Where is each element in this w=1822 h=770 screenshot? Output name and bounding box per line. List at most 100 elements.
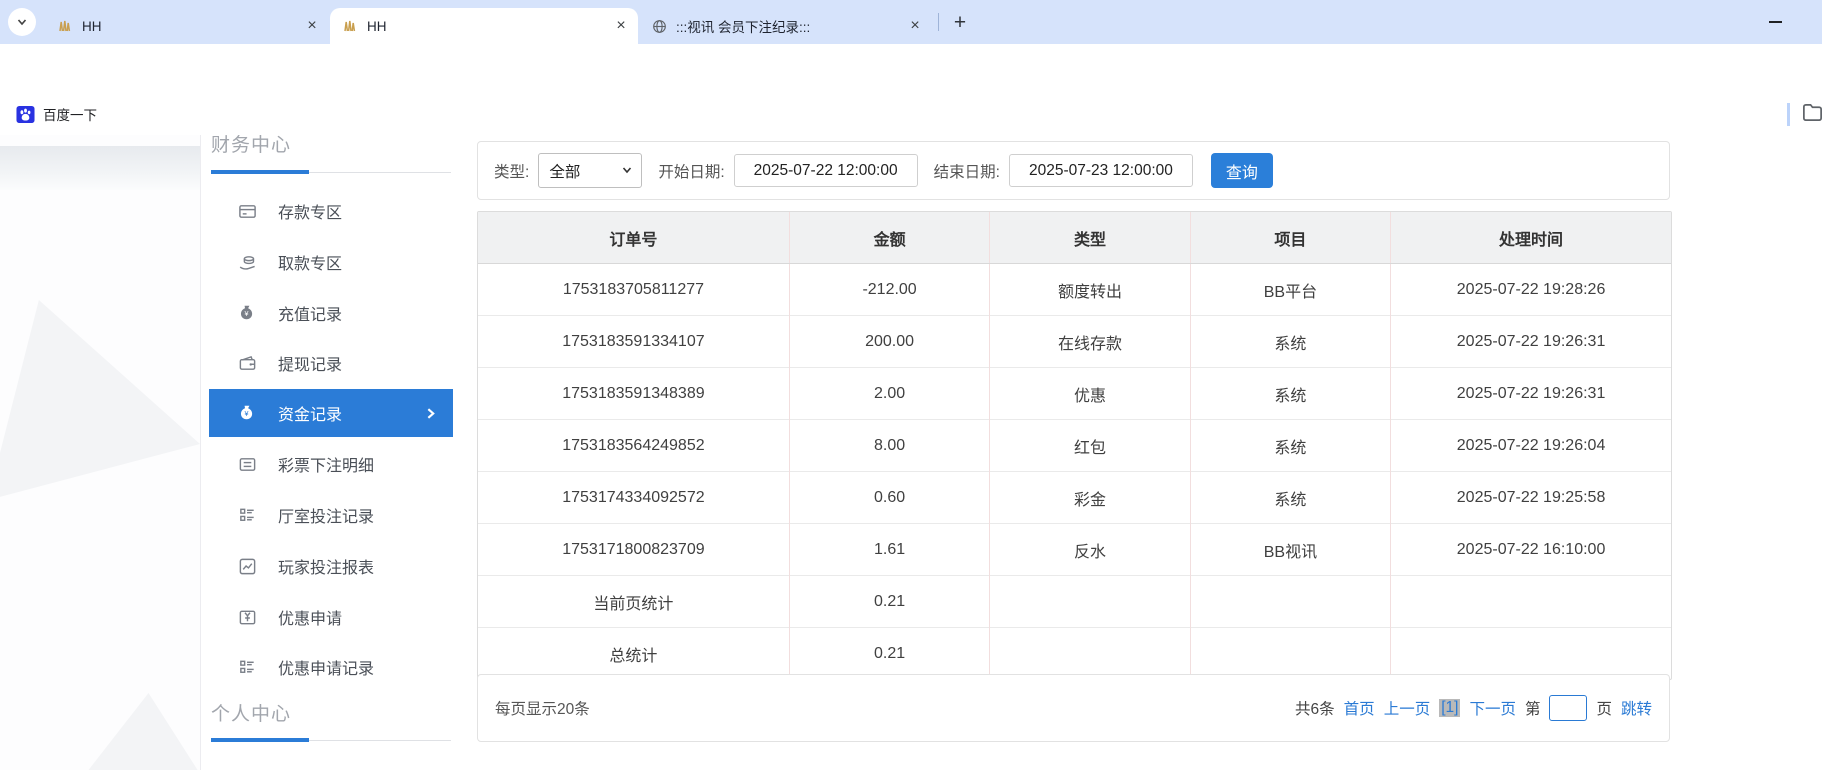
- table-row: 1753171800823709 1.61 反水 BB视讯 2025-07-22 16:…: [478, 523, 1671, 576]
- end-date-input[interactable]: [1008, 154, 1193, 187]
- tab-search-button[interactable]: [8, 8, 36, 36]
- table-cell: 额度转出: [989, 263, 1191, 316]
- type-select[interactable]: 全部: [538, 153, 643, 188]
- sidebar-item-label: 厅室投注记录: [278, 509, 375, 526]
- promo-icon: [237, 608, 257, 627]
- globe-icon: [652, 19, 667, 34]
- sidebar-item-promo-apply-records[interactable]: 优惠申请记录: [209, 643, 453, 691]
- tab-hh-2[interactable]: HH ×: [330, 8, 638, 44]
- sidebar-item-deposit-zone[interactable]: 存款专区: [209, 187, 453, 235]
- table-cell: 1.61: [788, 523, 990, 576]
- table-cell: [1390, 575, 1671, 628]
- column-header: 订单号: [478, 212, 790, 264]
- table-cell: 2025-07-22 19:26:04: [1390, 419, 1671, 472]
- table-cell: 1753174334092572: [478, 471, 790, 524]
- moneybag-icon: ¥: [237, 304, 257, 322]
- first-page-link[interactable]: 首页: [1344, 697, 1375, 719]
- page-size-text: 每页显示20条: [495, 701, 590, 718]
- hall-list-icon: [237, 506, 257, 525]
- decor-triangle: [0, 300, 200, 500]
- table-cell: 系统: [1189, 367, 1391, 420]
- section-underline: [211, 738, 309, 742]
- sidebar-item-label: 优惠申请记录: [278, 661, 375, 678]
- sidebar-section-personal-title: 个人中心: [211, 704, 292, 725]
- table-row: 1753183591334107 200.00 在线存款 系统 2025-07-22 1…: [478, 315, 1671, 368]
- pagination-bar: 每页显示20条 共6条 首页 上一页 [1] 下一页 第 页 跳转: [477, 674, 1670, 742]
- table-cell: 1753171800823709: [478, 523, 790, 576]
- bookmark-baidu[interactable]: 百度一下: [10, 102, 103, 126]
- bookmark-label: 百度一下: [43, 108, 97, 123]
- table-cell: 0.21: [788, 575, 990, 628]
- table-cell: 反水: [989, 523, 1191, 576]
- table-cell: BB平台: [1189, 263, 1391, 316]
- jump-prefix-label: 第: [1524, 701, 1541, 718]
- table-cell: 2025-07-22 19:25:58: [1390, 471, 1671, 524]
- minimize-button[interactable]: [1752, 8, 1798, 36]
- table-cell: 总统计: [478, 627, 790, 679]
- table-cell: 红包: [989, 419, 1191, 472]
- filter-bar: 类型: 全部 开始日期: 结束日期: 查询: [477, 141, 1670, 200]
- tab-close-icon[interactable]: ×: [303, 17, 321, 35]
- column-header: 项目: [1189, 212, 1391, 264]
- new-tab-button[interactable]: +: [946, 9, 974, 37]
- table-row: 1753183705811277 -212.00 额度转出 BB平台 2025-07-2…: [478, 263, 1671, 316]
- current-page-indicator[interactable]: [1]: [1439, 699, 1461, 717]
- sidebar-item-funds-records[interactable]: ¥ 资金记录: [209, 389, 453, 437]
- browser-window: HH × HH ×:::视讯 会员下注纪录::: × + 百度一下 财务中心 …: [0, 0, 1822, 770]
- sidebar-item-lottery-bet-details[interactable]: 彩票下注明细: [209, 440, 453, 488]
- jump-page-input[interactable]: [1549, 695, 1588, 721]
- table-cell: [989, 627, 1191, 679]
- table-cell: 2025-07-22 16:10:00: [1390, 523, 1671, 576]
- report-chart-icon: [237, 557, 257, 576]
- bookmarks-divider: [1787, 103, 1790, 126]
- sidebar-item-label: 优惠申请: [278, 611, 343, 628]
- sidebar-item-label: 取款专区: [278, 256, 343, 273]
- table-cell: 1753183591348389: [478, 367, 790, 420]
- table-cell: 2025-07-22 19:26:31: [1390, 367, 1671, 420]
- table-cell: 在线存款: [989, 315, 1191, 368]
- column-header: 处理时间: [1390, 212, 1671, 264]
- sidebar-item-label: 资金记录: [278, 407, 343, 424]
- table-cell: 系统: [1189, 419, 1391, 472]
- tab-hh-1[interactable]: HH ×: [45, 8, 329, 44]
- sidebar-item-player-bet-report[interactable]: 玩家投注报表: [209, 542, 453, 590]
- tab-close-icon[interactable]: ×: [906, 17, 924, 35]
- hall-list-icon: [237, 658, 257, 677]
- table-cell: 8.00: [788, 419, 990, 472]
- jump-button[interactable]: 跳转: [1621, 697, 1652, 719]
- gold-logo-icon: [342, 18, 358, 34]
- sidebar-item-label: 彩票下注明细: [278, 458, 375, 475]
- chevron-right-icon: [420, 407, 440, 420]
- prev-page-link[interactable]: 上一页: [1384, 697, 1431, 719]
- next-page-link[interactable]: 下一页: [1469, 697, 1516, 719]
- table-cell: 系统: [1189, 471, 1391, 524]
- type-select-value: 全部: [549, 163, 581, 181]
- sidebar-item-promo-apply[interactable]: 优惠申请: [209, 593, 453, 641]
- sidebar: 财务中心 存款专区 取款专区 ¥ 充值记录 提现记录 ¥ 资金记录 彩票下注明细 厅室投注记录玩…: [201, 135, 455, 770]
- sidebar-section-finance-title: 财务中心: [211, 135, 292, 156]
- wallet-icon: [237, 354, 257, 373]
- sidebar-item-recharge-records[interactable]: ¥ 充值记录: [209, 289, 453, 337]
- funds-table: 订单号 金额 类型 项目 处理时间 1753183705811277 -212.00 额度转…: [477, 211, 1672, 680]
- table-cell: 2025-07-22 19:26:31: [1390, 315, 1671, 368]
- table-cell: 0.21: [788, 627, 990, 679]
- minimize-icon: [1768, 21, 1782, 23]
- main-panel: 类型: 全部 开始日期: 结束日期: 查询 订单号金额类型项目处理时间 1753: [477, 135, 1672, 770]
- sidebar-item-withdraw-records[interactable]: 提现记录: [209, 339, 453, 387]
- start-date-label: 开始日期:: [658, 163, 725, 181]
- tab-close-icon[interactable]: ×: [612, 17, 630, 35]
- deposit-card-icon: [237, 202, 257, 221]
- type-label: 类型:: [494, 163, 530, 181]
- start-date-input[interactable]: [733, 154, 918, 187]
- browser-toolbar: mgm1065.com/hhcp/usercenter.html?iniType…: [0, 44, 1822, 131]
- sidebar-item-withdraw-zone[interactable]: 取款专区: [209, 238, 453, 286]
- column-header: 金额: [788, 212, 990, 264]
- sidebar-item-hall-bet-records[interactable]: 厅室投注记录: [209, 491, 453, 539]
- page-content: 财务中心 存款专区 取款专区 ¥ 充值记录 提现记录 ¥ 资金记录 彩票下注明细 厅室投注记录玩…: [0, 135, 1822, 770]
- tab-video-records[interactable]: :::视讯 会员下注纪录::: ×: [640, 8, 932, 44]
- sidebar-item-label: 提现记录: [278, 357, 343, 374]
- bookmarks-folder-icon[interactable]: [1801, 101, 1822, 124]
- table-header-row: 订单号 金额 类型 项目 处理时间: [478, 212, 1671, 264]
- bookmarks-bar: 百度一下: [0, 93, 1822, 135]
- search-button[interactable]: 查询: [1210, 153, 1273, 188]
